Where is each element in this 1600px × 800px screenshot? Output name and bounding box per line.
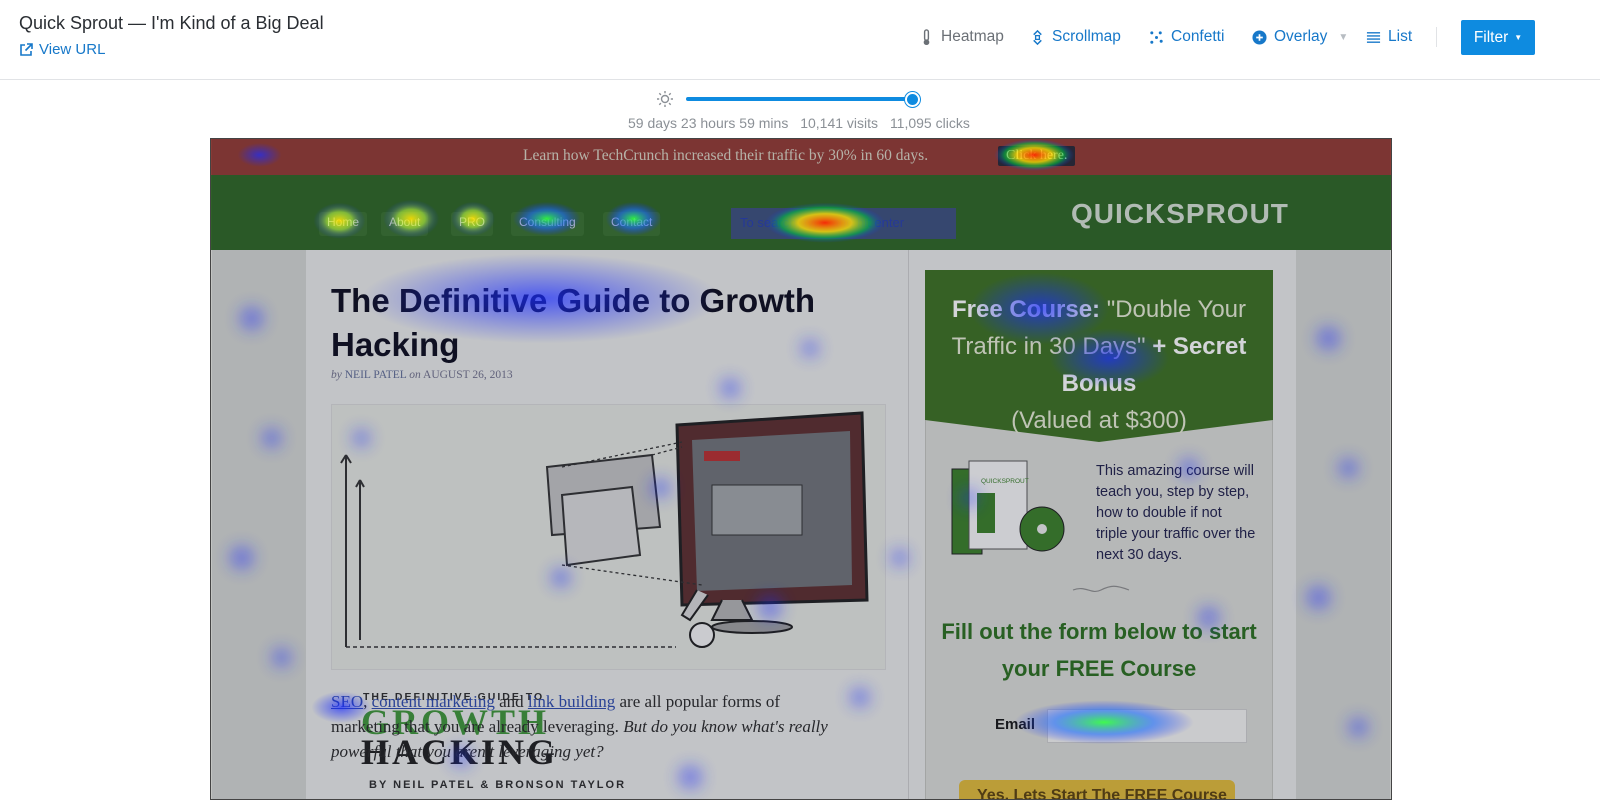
course-logo-text: QUICKSPROUT [981, 478, 1029, 485]
top-bar: Quick Sprout — I'm Kind of a Big Deal Vi… [0, 0, 1600, 80]
stats-duration: 59 days 23 hours 59 mins [628, 115, 789, 131]
column-divider [908, 250, 909, 799]
byline-date: AUGUST 26, 2013 [423, 369, 513, 381]
link-seo[interactable]: SEO [331, 692, 363, 711]
chevron-down-icon[interactable]: ▼ [1338, 32, 1348, 43]
filter-button-label: Filter [1473, 28, 1509, 46]
email-label: Email [995, 716, 1036, 733]
thermometer-icon [923, 28, 930, 45]
tab-heatmap-label: Heatmap [941, 28, 1004, 45]
view-url-label: View URL [39, 41, 106, 58]
post-hero-image [331, 404, 886, 670]
monitor-illustration [340, 411, 869, 648]
banner-click-button[interactable]: Click here. [998, 146, 1076, 166]
course-box-image: QUICKSPROUT [951, 460, 1065, 555]
divider-flourish [1072, 585, 1130, 593]
external-link-icon [20, 42, 33, 56]
caret-down-icon: ▼ [1514, 33, 1523, 42]
byline-prefix: by [331, 369, 342, 381]
link-link-building[interactable]: link building [528, 692, 615, 711]
body-sep: , [363, 692, 372, 711]
tab-scrollmap[interactable]: Scrollmap [1030, 26, 1121, 48]
post-byline: by NEIL PATEL on AUGUST 26, 2013 [331, 369, 513, 381]
tab-heatmap[interactable]: Heatmap [919, 26, 1004, 48]
left-gutter [211, 250, 306, 799]
body-and: and [494, 692, 528, 711]
stats-clicks: 11,095 clicks [889, 115, 970, 131]
byline-author[interactable]: NEIL PATEL [345, 369, 407, 381]
stats-visits: 10,141 visits [800, 115, 879, 131]
tab-scrollmap-label: Scrollmap [1052, 28, 1121, 45]
filter-button[interactable]: Filter ▼ [1461, 20, 1535, 55]
heatmap-page-preview[interactable]: Learn how TechCrunch increased their tra… [210, 138, 1392, 800]
confetti-icon [1150, 30, 1163, 44]
site-nav-about[interactable]: About [381, 212, 429, 236]
divider [1436, 27, 1437, 47]
tab-list[interactable]: List [1366, 26, 1412, 48]
site-nav-pro[interactable]: PRO [451, 212, 494, 236]
post-body: SEO, content marketing and link building… [331, 689, 851, 764]
byline-on: on [409, 369, 421, 381]
tab-confetti-label: Confetti [1171, 28, 1225, 45]
promo-label: Free Course: [951, 296, 1101, 323]
start-course-button[interactable]: Yes, Lets Start The FREE Course [959, 780, 1235, 799]
list-icon [1366, 31, 1381, 43]
page-title: Quick Sprout — I'm Kind of a Big Deal [19, 13, 324, 33]
link-content-marketing[interactable]: content marketing [372, 692, 495, 711]
scroll-icon [1033, 29, 1042, 45]
post-title: The Definitive Guide to Growth Hacking [331, 282, 816, 363]
brightness-slider-track[interactable] [686, 97, 912, 101]
site-nav-home[interactable]: Home [319, 212, 368, 236]
site-nav-consulting[interactable]: Consulting [511, 212, 584, 236]
promo-text: Free Course: "Double Your Traffic in 30 … [925, 291, 1273, 439]
view-url-link[interactable]: View URL [19, 41, 105, 58]
site-nav-contact[interactable]: Contact [603, 212, 661, 236]
brightness-slider-handle[interactable] [904, 92, 920, 107]
plus-circle-icon [1252, 29, 1267, 45]
tab-overlay-label: Overlay [1274, 28, 1328, 45]
brightness-icon [657, 91, 673, 107]
site-search-input[interactable]: To search, type and hit enter [731, 208, 956, 239]
site-logo: QUICKSPROUT [1071, 198, 1289, 229]
tab-list-label: List [1388, 28, 1413, 45]
stats-summary: 59 days 23 hours 59 mins 10,141 visits 1… [628, 115, 978, 131]
image-credit: BY NEIL PATEL & BRONSON TAYLOR [369, 779, 627, 791]
form-title: Fill out the form below to start your FR… [941, 619, 1257, 681]
email-field[interactable] [1047, 709, 1247, 743]
promo-value: (Valued at $300) [1011, 407, 1187, 434]
tab-confetti[interactable]: Confetti [1149, 26, 1224, 48]
right-gutter [1296, 250, 1391, 799]
banner-text: Learn how TechCrunch increased their tra… [523, 147, 929, 164]
tab-overlay[interactable]: Overlay ▼ [1252, 26, 1348, 48]
course-description: This amazing course will teach you, step… [1096, 463, 1256, 563]
